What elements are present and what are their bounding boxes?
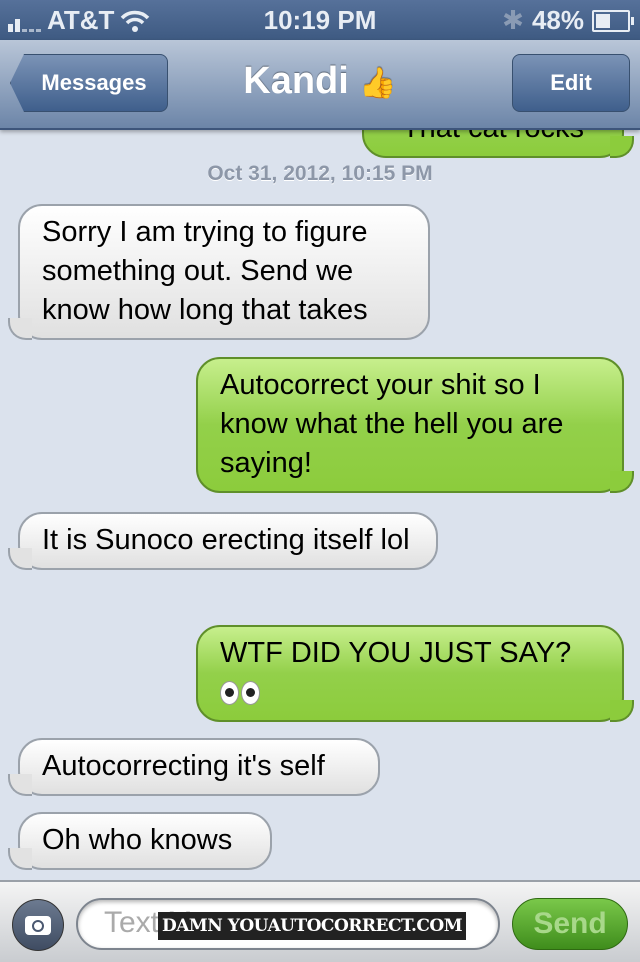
message-thread[interactable]: That cat rocks Oct 31, 2012, 10:15 PM So… — [0, 128, 640, 880]
battery-fill — [596, 13, 611, 28]
thumbs-up-icon: 👍 — [359, 67, 397, 100]
send-button[interactable]: Send — [512, 898, 628, 950]
camera-icon — [25, 915, 51, 935]
status-right: ✱ 48% — [502, 5, 634, 36]
message-bubble-incoming[interactable]: Oh who knows — [8, 812, 272, 870]
message-bubble-outgoing[interactable]: WTF DID YOU JUST SAY? — [196, 625, 634, 722]
message-bubble-outgoing[interactable]: That cat rocks — [362, 128, 634, 158]
timestamp: Oct 31, 2012, 10:15 PM — [207, 162, 433, 185]
contact-name: Kandi — [243, 60, 349, 102]
watermark: DAMN YOUAUTOCORRECT.COM — [158, 912, 467, 940]
edit-button[interactable]: Edit — [512, 54, 630, 112]
eyes-emoji-icon — [220, 681, 260, 706]
message-bubble-incoming[interactable]: Autocorrecting it's self — [8, 738, 380, 796]
bluetooth-icon: ✱ — [502, 5, 524, 35]
navigation-bar: Messages Kandi 👍 Edit — [0, 40, 640, 130]
status-bar: AT&T 10:19 PM ✱ 48% — [0, 0, 640, 40]
message-bubble-outgoing[interactable]: Autocorrect your shit so I know what the… — [196, 357, 634, 493]
battery-percent: 48% — [531, 5, 584, 35]
battery-icon — [592, 9, 634, 32]
message-bubble-incoming[interactable]: Sorry I am trying to figure something ou… — [8, 204, 430, 340]
message-bubble-incoming[interactable]: It is Sunoco erecting itself lol — [8, 512, 438, 570]
camera-button[interactable] — [12, 899, 64, 951]
message-text: WTF DID YOU JUST SAY? — [220, 637, 572, 669]
